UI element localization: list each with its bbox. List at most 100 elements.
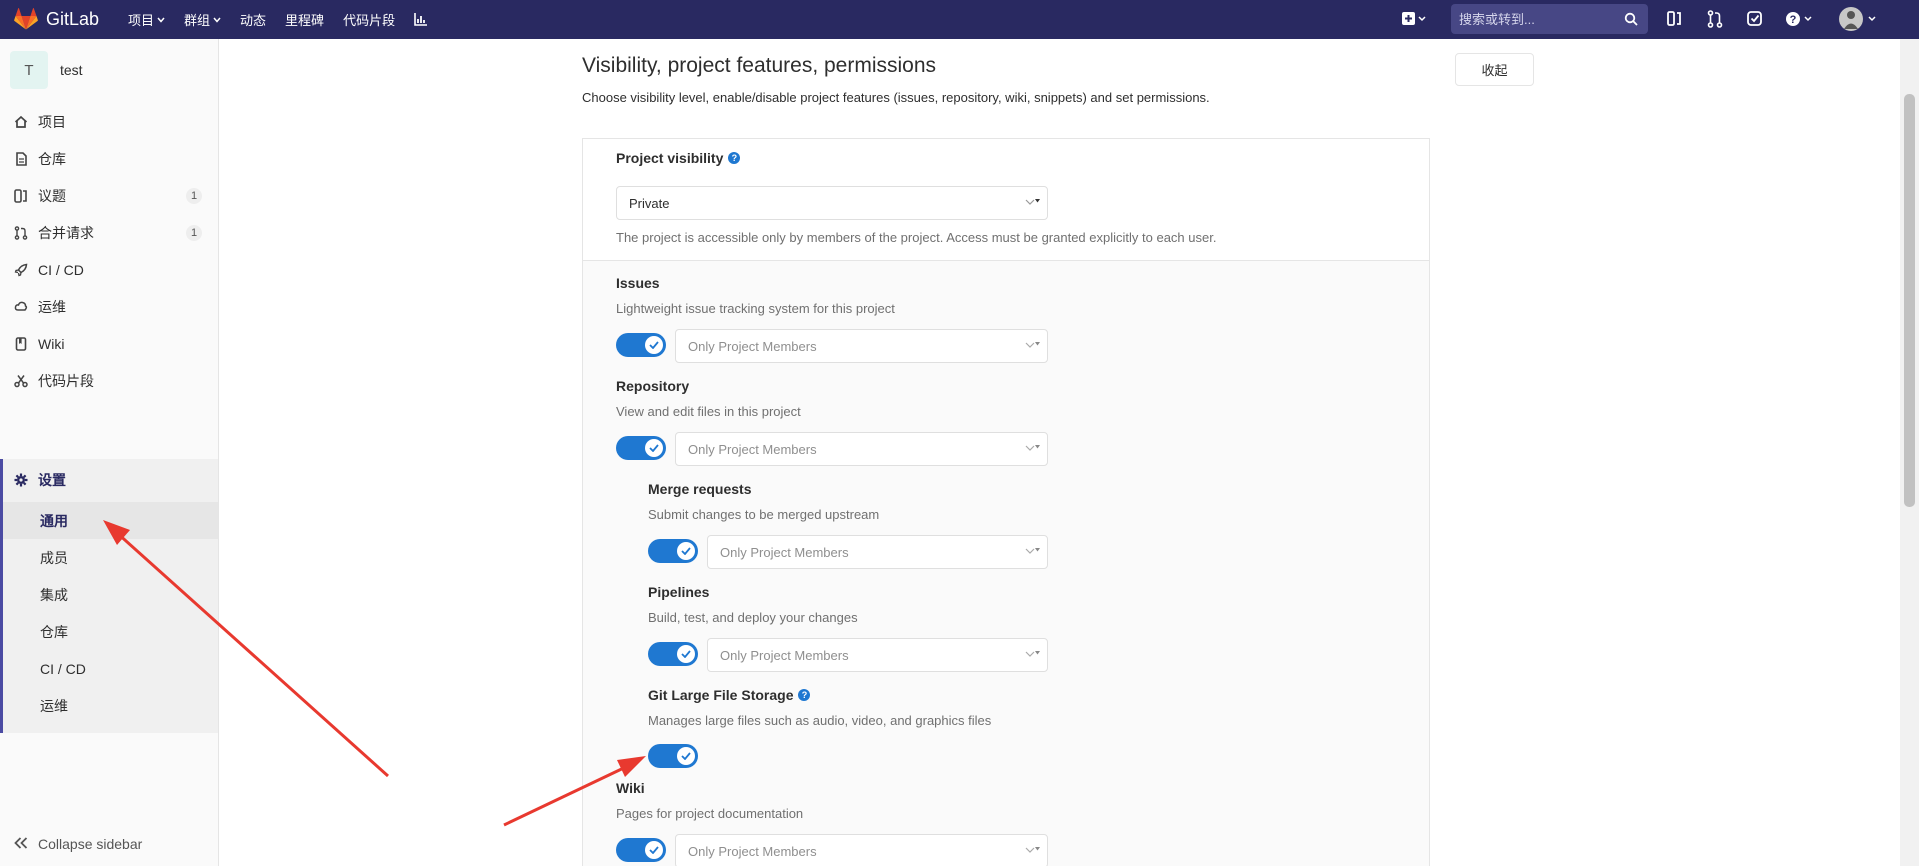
todos-shortcut[interactable]	[1747, 10, 1763, 31]
gitlab-logo[interactable]: GitLab	[14, 8, 99, 30]
feature-repository-access-select[interactable]: Only Project Members	[675, 432, 1048, 466]
feature-wiki-toggle[interactable]	[616, 838, 666, 862]
nav-activity[interactable]: 动态	[240, 10, 266, 29]
sidebar-item-ci-cd[interactable]: CI / CD	[0, 250, 218, 290]
check-icon	[645, 841, 663, 859]
sidebar-item-wiki[interactable]: Wiki	[0, 324, 218, 364]
top-navbar: GitLab 项目 群组 动态 里程碑 代码片段 ?	[0, 0, 1919, 39]
cloud-icon	[14, 300, 28, 314]
merge-requests-count-badge: 1	[186, 225, 202, 241]
project-header[interactable]: T test	[10, 51, 83, 89]
visibility-select[interactable]: Private	[616, 186, 1048, 220]
nav-snippets[interactable]: 代码片段	[343, 10, 395, 29]
settings-sub-repository[interactable]: 仓库	[3, 613, 218, 650]
tanuki-icon	[14, 8, 38, 30]
sidebar-item-snippets[interactable]: 代码片段	[0, 361, 218, 401]
issues-shortcut[interactable]	[1667, 10, 1683, 31]
settings-group: 设置 通用 成员 集成 仓库 CI / CD 运维	[0, 459, 218, 733]
nav-projects[interactable]: 项目	[128, 10, 165, 29]
help-icon[interactable]: ?	[728, 152, 741, 164]
feature-lfs-description: Manages large files such as audio, video…	[648, 713, 992, 728]
gear-icon	[14, 473, 28, 487]
feature-merge-requests-access-select[interactable]: Only Project Members	[707, 535, 1048, 569]
feature-issues-description: Lightweight issue tracking system for th…	[616, 301, 895, 316]
feature-repository-label: Repository	[616, 378, 690, 394]
sidebar-item-settings[interactable]: 设置	[14, 459, 66, 501]
sidebar-item-operations[interactable]: 运维	[0, 287, 218, 327]
merge-request-icon	[1707, 10, 1723, 28]
collapse-sidebar-button[interactable]: Collapse sidebar	[14, 836, 142, 852]
issues-icon	[1667, 11, 1681, 26]
feature-merge-requests-label: Merge requests	[648, 481, 752, 497]
check-icon	[677, 645, 695, 663]
feature-wiki-label: Wiki	[616, 780, 645, 796]
chevron-down-icon	[213, 17, 221, 23]
sidebar-item-project[interactable]: 项目	[0, 102, 218, 142]
check-icon	[645, 336, 663, 354]
settings-sub-ci-cd[interactable]: CI / CD	[3, 650, 218, 687]
select-arrows-icon	[1025, 651, 1040, 657]
feature-pipelines-label: Pipelines	[648, 584, 710, 600]
issues-icon	[14, 189, 28, 203]
help-dropdown[interactable]: ?	[1785, 10, 1815, 31]
project-avatar: T	[10, 51, 48, 89]
select-arrows-icon	[1025, 445, 1040, 451]
scrollbar-thumb[interactable]	[1904, 94, 1915, 507]
settings-sub-members[interactable]: 成员	[3, 539, 218, 576]
page-scrollbar[interactable]	[1900, 39, 1919, 866]
select-arrows-icon	[1025, 199, 1040, 205]
feature-lfs-label: Git Large File Storage ?	[648, 687, 811, 703]
merge-request-icon	[14, 226, 28, 240]
chart-icon	[414, 13, 428, 26]
nav-analytics[interactable]	[414, 13, 428, 26]
sidebar-item-issues[interactable]: 议题 1	[0, 176, 218, 216]
feature-pipelines-toggle[interactable]	[648, 642, 698, 666]
doc-icon	[14, 152, 28, 166]
sidebar-item-repository[interactable]: 仓库	[0, 139, 218, 179]
feature-pipelines-access-select[interactable]: Only Project Members	[707, 638, 1048, 672]
main-content: Visibility, project features, permission…	[219, 39, 1900, 866]
merge-requests-shortcut[interactable]	[1707, 10, 1723, 31]
help-icon[interactable]: ?	[798, 689, 811, 701]
section-description: Choose visibility level, enable/disable …	[582, 90, 1210, 105]
select-arrows-icon	[1025, 342, 1040, 348]
scissors-icon	[14, 374, 28, 388]
feature-issues-toggle[interactable]	[616, 333, 666, 357]
feature-issues-access-select[interactable]: Only Project Members	[675, 329, 1048, 363]
nav-groups[interactable]: 群组	[184, 10, 221, 29]
book-icon	[14, 337, 28, 351]
feature-lfs-toggle[interactable]	[648, 744, 698, 768]
feature-pipelines-description: Build, test, and deploy your changes	[648, 610, 858, 625]
nav-milestones[interactable]: 里程碑	[285, 10, 324, 29]
check-icon	[645, 439, 663, 457]
check-icon	[677, 747, 695, 765]
search-icon	[1624, 12, 1638, 26]
feature-repository-description: View and edit files in this project	[616, 404, 801, 419]
home-icon	[14, 115, 28, 129]
collapse-section-button[interactable]: 收起	[1455, 53, 1534, 86]
visibility-hint: The project is accessible only by member…	[616, 230, 1217, 245]
svg-text:?: ?	[1790, 14, 1797, 26]
settings-sub-integrations[interactable]: 集成	[3, 576, 218, 613]
feature-merge-requests-description: Submit changes to be merged upstream	[648, 507, 880, 522]
chevron-down-icon	[157, 17, 165, 23]
brand-name: GitLab	[46, 8, 100, 29]
user-menu[interactable]	[1838, 6, 1880, 35]
rocket-icon	[14, 263, 28, 277]
feature-merge-requests-toggle[interactable]	[648, 539, 698, 563]
select-arrows-icon	[1025, 847, 1040, 853]
plus-icon	[1402, 12, 1426, 25]
search-box[interactable]	[1451, 4, 1648, 34]
avatar	[1839, 7, 1876, 31]
double-chevron-left-icon	[14, 836, 28, 852]
project-sidebar: T test 项目 仓库 议题 1 合并请求 1 CI / CD 运维 Wiki…	[0, 39, 219, 866]
sidebar-item-merge-requests[interactable]: 合并请求 1	[0, 213, 218, 253]
new-dropdown[interactable]	[1401, 10, 1427, 31]
feature-repository-toggle[interactable]	[616, 436, 666, 460]
search-input[interactable]	[1459, 4, 1619, 34]
settings-sub-general[interactable]: 通用	[3, 502, 218, 539]
feature-wiki-access-select[interactable]: Only Project Members	[675, 834, 1048, 866]
project-name: test	[60, 62, 83, 78]
settings-sub-operations[interactable]: 运维	[3, 687, 218, 724]
visibility-settings-panel: Project visibility ? Private The project…	[582, 138, 1430, 866]
